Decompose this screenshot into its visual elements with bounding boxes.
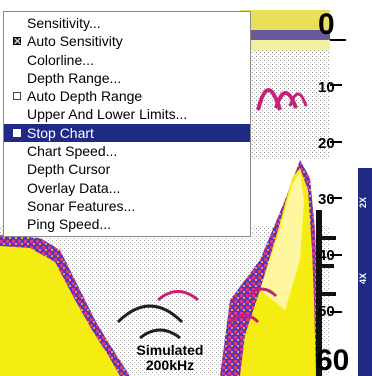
menu-mark-icon	[13, 147, 21, 155]
depth-label-bottom: 60	[316, 344, 350, 376]
depth-label-40: 40	[318, 247, 335, 264]
zoom-label-4x[interactable]: 4X	[358, 268, 371, 288]
menu-mark-icon	[13, 165, 21, 173]
menu-item-label: Sensitivity...	[27, 15, 101, 31]
menu-item-label: Overlay Data...	[27, 179, 121, 196]
menu-item-sonar-features[interactable]: Sonar Features...	[4, 197, 250, 215]
depth-label-10: 10	[318, 79, 335, 96]
menu-item-stop-chart[interactable]: Stop Chart	[4, 123, 250, 143]
sonar-screen: 0 10 20 30 40 50 60 2X 4X Simulated 200k…	[0, 0, 372, 376]
menu-item-auto-sensitivity[interactable]: Auto Sensitivity	[4, 32, 250, 50]
menu-item-label: Depth Range...	[27, 69, 122, 86]
menu-item-colorline[interactable]: Colorline...	[4, 51, 250, 69]
menu-item-label: Sonar Features...	[27, 197, 136, 214]
frequency-label: 200kHz	[145, 357, 195, 373]
menu-item-label: Auto Depth Range	[27, 88, 143, 105]
depth-label-50: 50	[318, 303, 335, 320]
menu-mark-icon	[13, 220, 21, 228]
menu-item-auto-depth-range[interactable]: Auto Depth Range	[4, 87, 250, 105]
menu-item-overlay-data[interactable]: Overlay Data...	[4, 179, 250, 197]
sonar-menu: Sensitivity... Auto Sensitivity Colorlin…	[3, 11, 251, 237]
simulation-caption: Simulated 200kHz	[110, 343, 230, 373]
menu-item-label: Colorline...	[27, 51, 94, 68]
menu-mark-icon	[13, 19, 21, 27]
depth-label-top: 0	[318, 8, 335, 41]
menu-item-label: Depth Cursor	[27, 161, 111, 178]
depth-label-30: 30	[318, 191, 335, 208]
menu-item-label: Stop Chart	[27, 124, 94, 141]
checkbox-square-icon	[13, 128, 21, 137]
menu-item-label: Upper And Lower Limits...	[27, 106, 188, 123]
menu-mark-icon	[13, 56, 21, 64]
menu-mark-icon	[13, 184, 21, 192]
menu-mark-icon	[13, 74, 21, 82]
depth-label-20: 20	[318, 135, 335, 152]
menu-item-ping-speed[interactable]: Ping Speed...	[4, 215, 250, 233]
menu-item-depth-range[interactable]: Depth Range...	[4, 69, 250, 87]
menu-item-chart-speed[interactable]: Chart Speed...	[4, 142, 250, 160]
menu-mark-icon	[13, 110, 21, 118]
menu-item-label: Auto Sensitivity	[27, 33, 123, 50]
menu-item-sensitivity[interactable]: Sensitivity...	[4, 14, 250, 32]
menu-item-label: Chart Speed...	[27, 143, 118, 160]
checkbox-unchecked-icon	[13, 92, 21, 101]
menu-item-label: Ping Speed...	[27, 216, 112, 233]
menu-item-depth-cursor[interactable]: Depth Cursor	[4, 160, 250, 178]
simulation-label: Simulated	[136, 342, 204, 358]
checkbox-checked-icon	[13, 37, 21, 46]
menu-item-upper-lower-limits[interactable]: Upper And Lower Limits...	[4, 105, 250, 123]
zoom-label-2x[interactable]: 2X	[358, 192, 371, 212]
menu-mark-icon	[13, 202, 21, 210]
